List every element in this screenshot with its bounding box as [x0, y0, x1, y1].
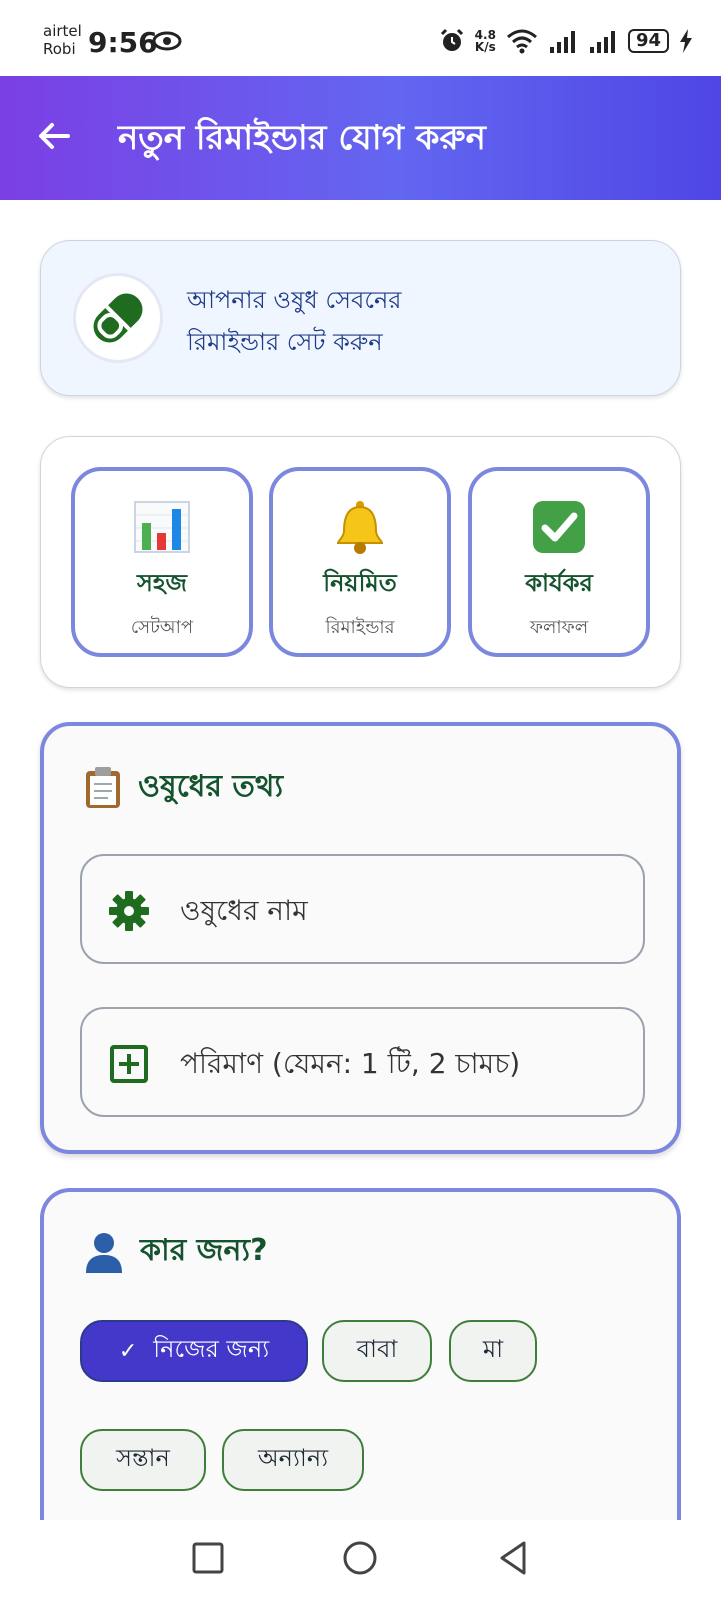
- chip-label: নিজের জন্য: [153, 1335, 270, 1363]
- chip-other[interactable]: অন্যান্য: [222, 1429, 364, 1491]
- for-whom-heading: কার জন্য?: [84, 1226, 267, 1277]
- home-icon[interactable]: [340, 1538, 380, 1578]
- bar-chart-icon: [134, 501, 190, 553]
- feature-effective-result: কার্যকর ফলাফল: [468, 467, 650, 657]
- chip-child[interactable]: সন্তান: [80, 1429, 206, 1491]
- wifi-icon: [506, 29, 537, 54]
- bell-icon: [336, 501, 384, 554]
- medicine-name-input[interactable]: [180, 884, 630, 936]
- feature-subtitle: রিমাইন্ডার: [325, 617, 395, 638]
- pill-icon-container: [73, 273, 163, 363]
- check-mark-icon: [533, 501, 585, 553]
- medicine-info-card: ওষুধের তথ্য: [40, 722, 681, 1154]
- medicine-info-heading: ওষুধের তথ্য: [84, 762, 283, 813]
- net-speed: 4.8 K/s: [475, 29, 496, 53]
- recent-apps-icon[interactable]: [188, 1538, 228, 1578]
- system-nav-bar: [0, 1520, 721, 1600]
- chip-label: বাবা: [356, 1335, 398, 1363]
- feature-title: কার্যকর: [525, 569, 593, 597]
- pill-icon: [93, 293, 143, 343]
- clock: 9:56: [88, 26, 158, 59]
- intro-text: আপনার ওষুধ সেবনের রিমাইন্ডার সেট করুন: [187, 279, 647, 363]
- feature-title: সহজ: [137, 569, 187, 597]
- medicine-name-field[interactable]: [80, 854, 645, 964]
- intro-text-line-1: আপনার ওষুধ সেবনের: [187, 286, 402, 314]
- chip-self[interactable]: ✓ নিজের জন্য: [80, 1320, 308, 1382]
- eye-icon: [152, 31, 182, 51]
- net-speed-unit: K/s: [474, 40, 496, 54]
- gear-icon: [109, 891, 149, 931]
- chip-father[interactable]: বাবা: [322, 1320, 432, 1382]
- feature-title: নিয়মিত: [323, 569, 397, 597]
- page-title: নতুন রিমাইন্ডার যোগ করুন: [118, 118, 486, 158]
- dosage-field[interactable]: [80, 1007, 645, 1117]
- signal-icon-2: [589, 31, 615, 53]
- intro-card: আপনার ওষুধ সেবনের রিমাইন্ডার সেট করুন: [40, 240, 681, 396]
- feature-easy-setup: সহজ সেটআপ: [71, 467, 253, 657]
- feature-subtitle: ফলাফল: [529, 617, 589, 638]
- for-whom-title: কার জন্য?: [140, 1233, 268, 1268]
- intro-text-line-2: রিমাইন্ডার সেট করুন: [187, 328, 383, 356]
- carrier-1: airtel: [43, 22, 82, 40]
- chip-label: সন্তান: [116, 1444, 170, 1472]
- status-bar: airtel Robi 9:56 4.8 K/s 94: [0, 0, 721, 76]
- signal-icon-1: [549, 31, 575, 53]
- back-arrow-icon[interactable]: [34, 116, 74, 156]
- clipboard-icon: [86, 766, 120, 808]
- person-icon: [86, 1232, 122, 1273]
- back-icon[interactable]: [494, 1538, 534, 1578]
- chip-label: মা: [482, 1335, 504, 1363]
- dosage-input[interactable]: [180, 1037, 630, 1089]
- plus-box-icon: [110, 1045, 148, 1083]
- carrier-labels: airtel Robi: [43, 22, 82, 58]
- status-icons: 4.8 K/s 94: [439, 28, 693, 54]
- medicine-info-title: ওষুধের তথ্য: [138, 769, 284, 804]
- charging-icon: [680, 29, 692, 53]
- for-whom-card: কার জন্য? ✓ নিজের জন্য বাবা মা সন্তান অন…: [40, 1188, 681, 1528]
- features-card: সহজ সেটআপ নিয়মিত রিমাইন্ডার কার্যকর ফলা…: [40, 436, 681, 688]
- feature-subtitle: সেটআপ: [130, 617, 194, 638]
- feature-regular-reminder: নিয়মিত রিমাইন্ডার: [269, 467, 451, 657]
- chip-label: অন্যান্য: [257, 1444, 329, 1472]
- chip-mother[interactable]: মা: [449, 1320, 537, 1382]
- alarm-icon: [440, 28, 463, 51]
- carrier-2: Robi: [43, 40, 76, 58]
- check-icon: ✓: [118, 1338, 138, 1364]
- app-bar: নতুন রিমাইন্ডার যোগ করুন: [0, 76, 721, 200]
- battery-level: 94: [627, 29, 669, 53]
